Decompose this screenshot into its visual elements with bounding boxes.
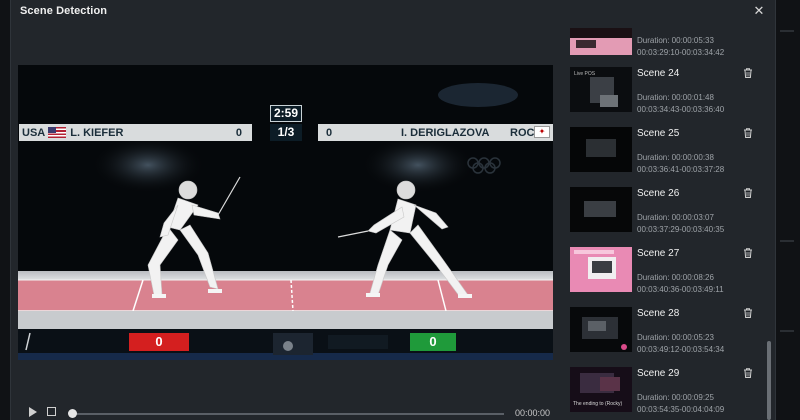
scene-item[interactable]: Scene 25 Duration: 00:00:00:38 00:03:36:… [564, 124, 760, 184]
scene-thumb-caption: Live POS [574, 71, 596, 77]
scene-item[interactable]: Scene 27 Duration: 00:00:08:26 00:03:40:… [564, 244, 760, 304]
scene-list-scrollbar[interactable] [767, 28, 771, 420]
scene-name: Scene 28 [637, 308, 680, 319]
right-score: 0 [326, 126, 333, 139]
scrollbar-thumb[interactable] [767, 341, 771, 420]
bout-clock: 2:59 [270, 105, 302, 122]
scene-duration: Duration: 00:00:01:48 [637, 93, 714, 102]
playback-controls: 00:00:00 [18, 402, 553, 420]
scene-thumbnail [570, 307, 632, 352]
left-fencer-name: L. KIEFER [70, 126, 124, 139]
scene-item[interactable]: Scene 26 Duration: 00:00:03:07 00:03:37:… [564, 184, 760, 244]
scene-item[interactable]: Scene 28 Duration: 00:00:05:23 00:03:49:… [564, 304, 760, 364]
scene-timerange: 00:03:49:12-00:03:54:34 [637, 345, 725, 354]
scene-duration: Duration: 00:00:08:26 [637, 273, 714, 282]
scorebar-right: 0 I. DERIGLAZOVA ROC ✦ [318, 124, 553, 141]
scene-thumbnail [570, 28, 632, 55]
dialog-title: Scene Detection [20, 5, 108, 17]
left-country-code: USA [22, 126, 46, 139]
delete-scene-icon[interactable] [742, 247, 754, 259]
delete-scene-icon[interactable] [742, 307, 754, 319]
stop-icon[interactable] [47, 407, 56, 416]
timecode: 00:00:00 [515, 408, 551, 418]
scene-name: Scene 29 [637, 368, 680, 379]
delete-scene-icon[interactable] [742, 67, 754, 79]
scene-timerange: 00:03:36:41-00:03:37:28 [637, 165, 725, 174]
scene-timerange: 00:03:34:43-00:03:36:40 [637, 105, 725, 114]
video-preview[interactable]: USA L. KIEFER 0 2:59 1/3 0 I. DERIGLAZOV… [18, 65, 553, 360]
scene-name: Scene 25 [637, 128, 680, 139]
roc-emblem-icon: ✦ [534, 126, 550, 138]
left-score: 0 [235, 126, 242, 139]
right-fencer-name: I. DERIGLAZOVA [401, 126, 490, 139]
scene-item[interactable]: Duration: 00:00:05:33 00:03:29:10-00:03:… [564, 28, 760, 67]
red-score-light: 0 [129, 333, 189, 351]
scene-timerange: 00:03:40:36-00:03:49:11 [637, 285, 724, 294]
scene-thumbnail [570, 187, 632, 232]
seek-handle[interactable] [68, 409, 77, 418]
period-indicator: 1/3 [270, 124, 302, 141]
scene-name: Scene 24 [637, 68, 680, 79]
backdrop [0, 0, 10, 420]
scene-list: Duration: 00:00:05:33 00:03:29:10-00:03:… [564, 28, 760, 420]
backdrop-right [774, 0, 800, 420]
scene-detection-dialog: Scene Detection ✕ USA L. KIEFER 0 2:59 1… [10, 0, 776, 420]
scene-timerange: 00:03:29:10-00:03:34:42 [637, 48, 725, 57]
scene-thumbnail [570, 247, 632, 292]
scorebar-left: USA L. KIEFER 0 [19, 124, 252, 141]
scene-duration: Duration: 00:00:05:33 [637, 36, 714, 45]
delete-scene-icon[interactable] [742, 367, 754, 379]
right-country-code: ROC [510, 126, 535, 139]
delete-scene-icon[interactable] [742, 187, 754, 199]
scene-duration: Duration: 00:00:05:23 [637, 333, 714, 342]
scene-duration: Duration: 00:00:09:25 [637, 393, 714, 402]
close-icon[interactable]: ✕ [751, 3, 767, 19]
scene-thumbnail [570, 127, 632, 172]
seek-track[interactable] [72, 413, 504, 415]
scene-name: Scene 27 [637, 248, 680, 259]
delete-scene-icon[interactable] [742, 127, 754, 139]
green-score-light: 0 [410, 333, 456, 351]
scene-thumb-caption: The ending to (Rocky) [573, 401, 623, 407]
scene-name: Scene 26 [637, 188, 680, 199]
scene-thumbnail: The ending to (Rocky) [570, 367, 632, 412]
scene-duration: Duration: 00:00:00:38 [637, 153, 714, 162]
title-bar: Scene Detection ✕ [11, 0, 775, 24]
usa-flag-icon [48, 127, 67, 138]
scene-duration: Duration: 00:00:03:07 [637, 213, 714, 222]
scene-item[interactable]: The ending to (Rocky) Scene 29 Duration:… [564, 364, 760, 420]
scene-item[interactable]: Live POS Scene 24 Duration: 00:00:01:48 … [564, 64, 760, 124]
scene-timerange: 00:03:37:29-00:03:40:35 [637, 225, 725, 234]
scene-thumbnail: Live POS [570, 67, 632, 112]
scene-timerange: 00:03:54:35-00:04:04:09 [637, 405, 725, 414]
play-icon[interactable] [29, 407, 37, 417]
